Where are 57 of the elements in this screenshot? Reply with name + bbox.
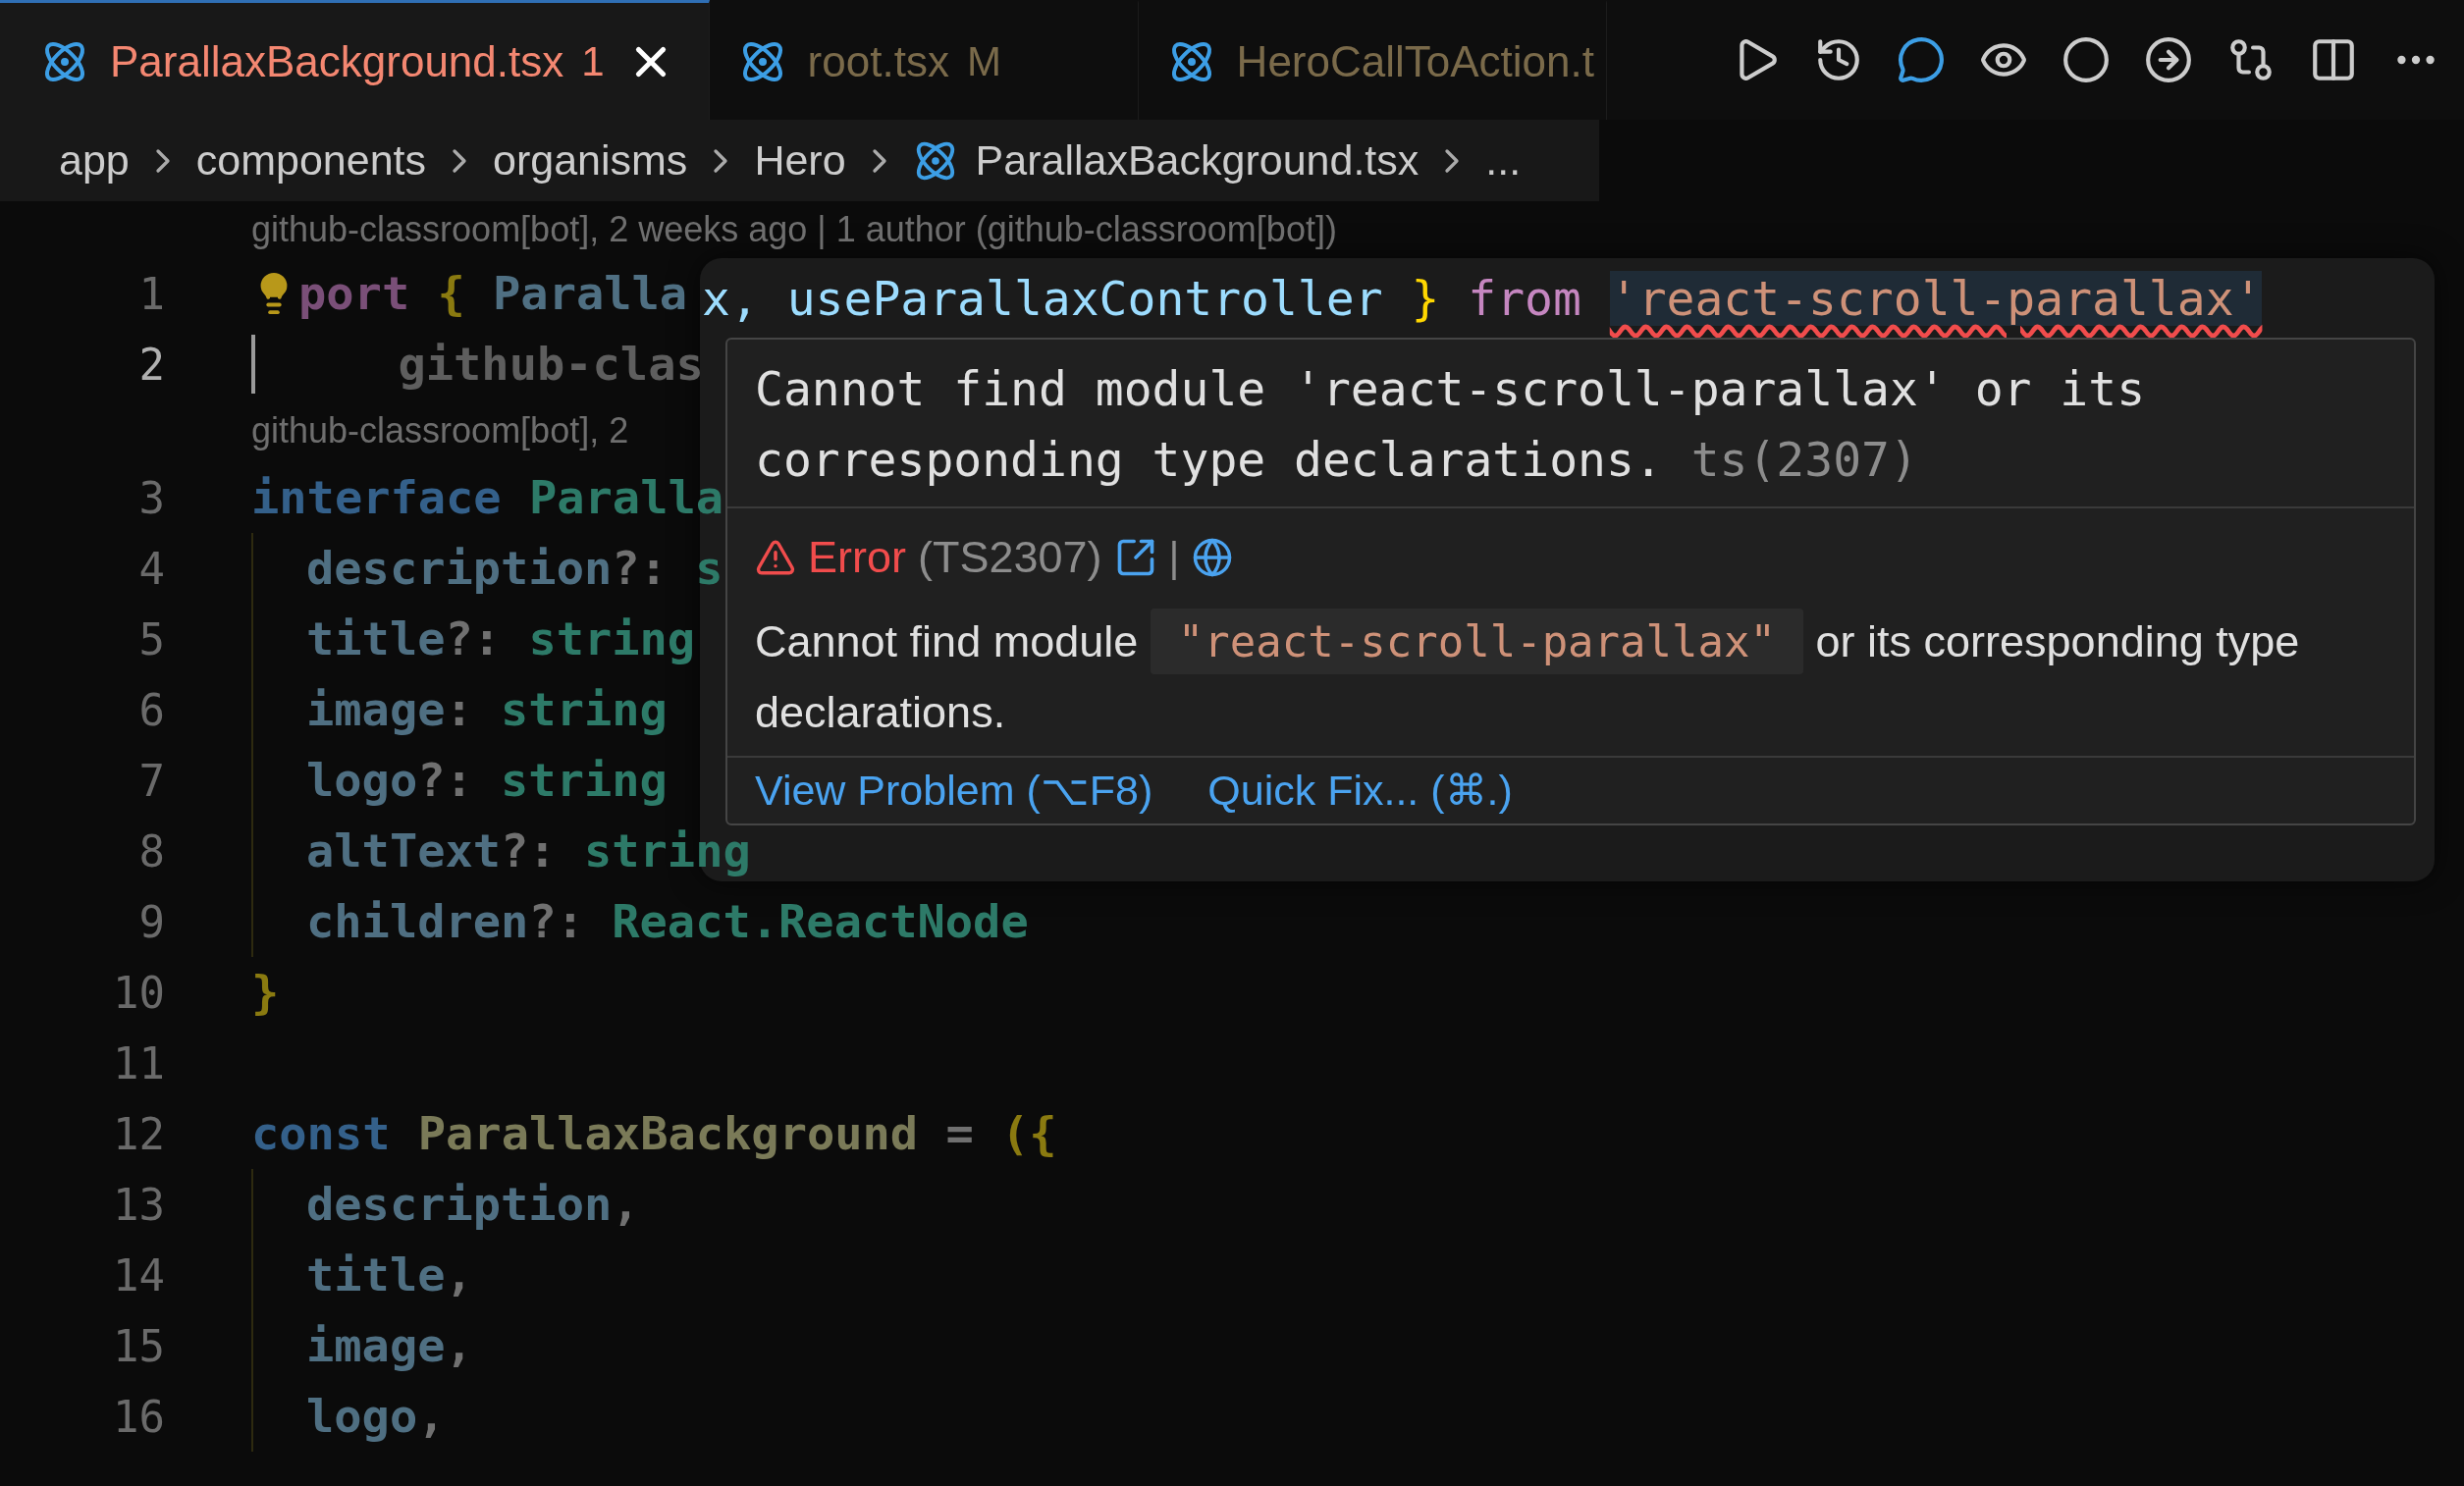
line-number: 6 (137, 684, 165, 735)
severity-label: Error (808, 532, 906, 583)
line-number: 8 (137, 825, 165, 876)
chat-icon[interactable] (1897, 35, 1946, 84)
breadcrumb-item[interactable]: organisms (493, 136, 688, 185)
action-link[interactable]: Quick Fix... (⌘.) (1207, 766, 1513, 815)
breadcrumb-item[interactable]: ParallaxBackground.tsx (912, 136, 1419, 185)
separator-label: | (1168, 534, 1180, 581)
code-line: github-clas (397, 338, 704, 391)
code-line: description, (306, 1178, 640, 1231)
code-token: x, useParallaxController (702, 271, 1384, 326)
line-number: 10 (112, 967, 165, 1018)
breadcrumb-item[interactable]: app (59, 136, 130, 185)
tab-status-label: 1 (581, 37, 605, 85)
code-line: const ParallaxBackground = ({ (251, 1107, 1057, 1160)
code-line: logo, (306, 1390, 446, 1443)
code-line: } (251, 966, 280, 1019)
code-token: 'react-scroll-parallax' (1609, 271, 2263, 326)
breadcrumb-item[interactable]: Hero (754, 136, 846, 185)
action-link[interactable]: View Problem (⌥F8) (755, 766, 1153, 815)
globe-icon[interactable] (1191, 537, 1233, 578)
code-line: image, (306, 1319, 473, 1372)
error-code: (TS2307) (918, 532, 1102, 583)
blame-annotation: github-classroom[bot], 2 (251, 410, 629, 451)
breadcrumb-item[interactable]: components (195, 136, 426, 185)
editor-tab[interactable]: ParallaxBackground.tsx 1 (0, 0, 710, 120)
line-number: 11 (112, 1037, 165, 1088)
code-line: port { Paralla (298, 267, 688, 320)
line-number: 5 (137, 613, 165, 664)
code-line: title, (306, 1248, 473, 1301)
line-number: 7 (137, 755, 165, 806)
line-number: 2 (137, 339, 165, 390)
blame-annotation: github-classroom[bot], 2 weeks ago | 1 author (github-classroom[bot]) (251, 209, 1337, 250)
code-line: title?: string (306, 612, 696, 665)
line-number: 4 (137, 543, 165, 594)
code-line: interface Paralla (251, 471, 724, 524)
code-line: description?: s (306, 542, 723, 595)
line-number: 3 (137, 472, 165, 523)
line-number: 13 (112, 1179, 165, 1230)
circle-icon[interactable] (2062, 35, 2111, 84)
line-number: 9 (137, 896, 165, 947)
text-cursor (251, 335, 255, 394)
code-line: children?: React.ReactNode (306, 895, 1029, 948)
line-number: 1 (137, 268, 165, 319)
code-line: altText?: string (306, 824, 751, 877)
line-number: 16 (112, 1391, 165, 1442)
code-token: } (1411, 271, 1440, 326)
line-number: 14 (112, 1249, 165, 1300)
breadcrumb-item[interactable]: ... (1485, 136, 1522, 185)
error-message: Cannot find module 'react-scroll-parallax' or its corresponding type declarations. ts(2307) (727, 340, 2414, 508)
line-number: 12 (112, 1108, 165, 1159)
line-number: 15 (112, 1320, 165, 1371)
code-line: image: string (306, 683, 668, 736)
tab-status-label: M (966, 37, 1001, 85)
code-line: logo?: string (306, 754, 668, 807)
code-token: from (1467, 271, 1582, 326)
error-description: Cannot find module "react-scroll-parallax" or its corresponding type declarations. (755, 607, 2386, 748)
